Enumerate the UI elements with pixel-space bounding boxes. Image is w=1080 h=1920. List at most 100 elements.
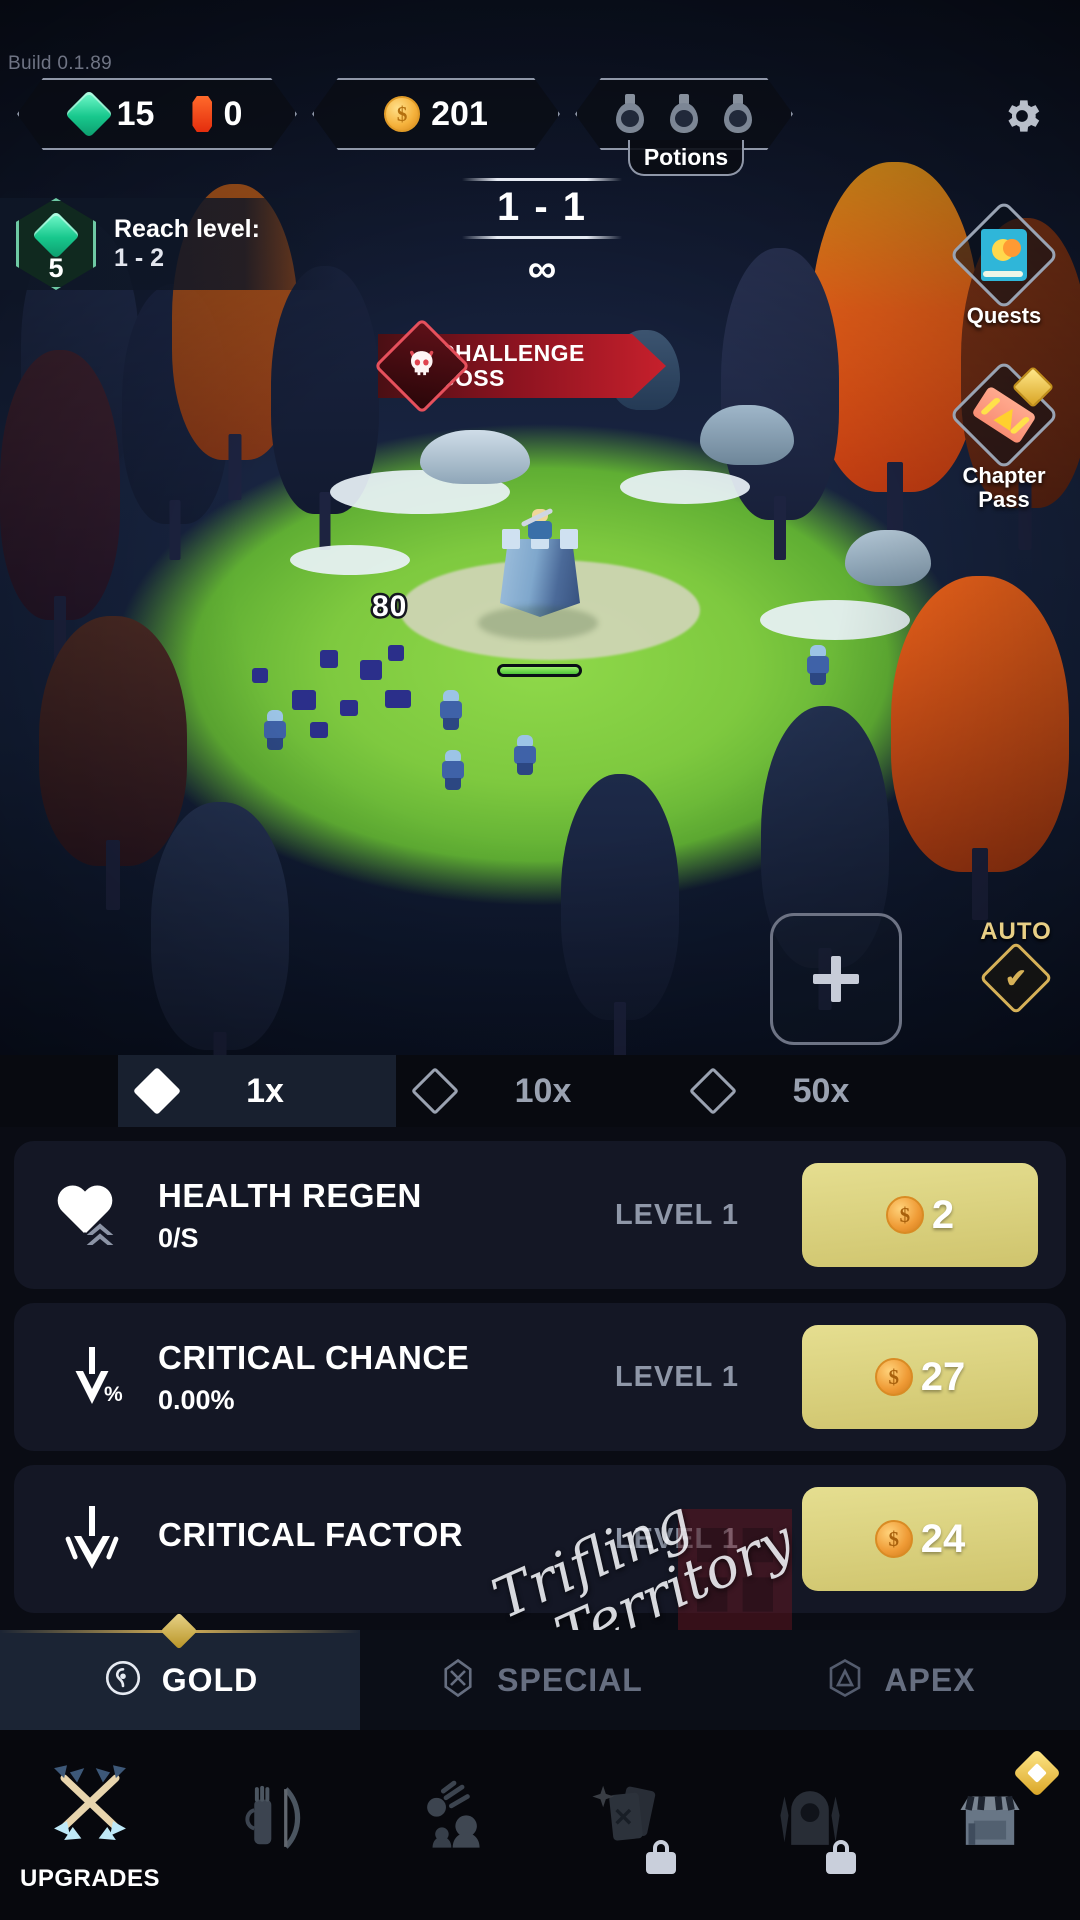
objective-text: Reach level: 1 - 2 <box>114 215 260 274</box>
scene-vignette <box>0 0 1080 1055</box>
tab-gold-label: GOLD <box>161 1661 259 1698</box>
upgrade-row-critical-factor[interactable]: CRITICAL FACTOR LEVEL 1 $ 24 <box>14 1465 1066 1613</box>
gem-icon <box>65 90 113 138</box>
ruby-value: 0 <box>223 94 243 133</box>
objective-banner[interactable]: 5 Reach level: 1 - 2 <box>0 198 340 290</box>
game-screen: 80 Build 0.1.89 15 0 $ 201 <box>0 0 1080 1920</box>
auto-toggle-button[interactable]: AUTO ✔ <box>968 918 1064 1015</box>
nav-item-gate[interactable] <box>720 1730 900 1920</box>
upgrade-level: LEVEL 1 <box>614 1198 740 1231</box>
currency-bar-gold[interactable]: $ 201 <box>312 78 560 150</box>
auto-diamond: ✔ <box>979 941 1053 1015</box>
heart-up-icon <box>50 1173 134 1257</box>
gem-counter[interactable]: 15 <box>72 95 155 134</box>
gem-value: 15 <box>116 94 155 133</box>
multiplier-label-50x: 50x <box>792 1071 850 1110</box>
objective-badge: 5 <box>16 198 96 290</box>
multiplier-tab-1x[interactable]: 1x <box>118 1055 396 1127</box>
potion-icon[interactable] <box>614 94 646 134</box>
ruby-icon <box>192 96 212 132</box>
upgrade-row-critical-chance[interactable]: % CRITICAL CHANCE 0.00% LEVEL 1 $ 27 <box>14 1303 1066 1451</box>
crossed-arrows-icon <box>44 1758 136 1855</box>
tab-special-label: SPECIAL <box>497 1661 643 1698</box>
currency-bar-gems[interactable]: 15 0 <box>17 78 297 150</box>
build-version-label: Build 0.1.89 <box>8 53 112 74</box>
upgrade-row-health-regen[interactable]: HEALTH REGEN 0/S LEVEL 1 $ 2 <box>14 1141 1066 1289</box>
gold-value: 201 <box>431 94 488 133</box>
stage-number: 1 - 1 <box>496 185 588 229</box>
check-icon: ✔ <box>1005 962 1027 993</box>
potion-icon[interactable] <box>722 94 754 134</box>
battle-scene[interactable]: 80 Build 0.1.89 15 0 $ 201 <box>0 0 1080 1055</box>
upgrade-info: CRITICAL FACTOR <box>134 1516 552 1562</box>
bow-quiver-icon <box>228 1776 312 1865</box>
stage-indicator: 1 - 1 ∞ <box>462 178 622 289</box>
quests-frame <box>948 199 1060 311</box>
objective-title: Reach level: <box>114 214 260 243</box>
upgrade-price: 24 <box>920 1516 966 1561</box>
upgrade-level: LEVEL 1 <box>614 1360 740 1393</box>
gold-counter[interactable]: $ 201 <box>384 95 488 134</box>
tab-gold[interactable]: GOLD <box>0 1612 360 1730</box>
upgrade-price: 2 <box>931 1192 955 1237</box>
gear-icon[interactable] <box>1000 94 1044 138</box>
special-gem-icon <box>437 1657 479 1704</box>
auto-label: AUTO <box>980 918 1052 945</box>
crit-factor-icon <box>50 1503 134 1575</box>
upgrade-name: HEALTH REGEN <box>158 1176 422 1214</box>
coin-icon: $ <box>885 1196 924 1234</box>
coin-icon: $ <box>384 96 420 132</box>
objective-badge-value: 5 <box>48 253 64 283</box>
lock-icon <box>646 1840 676 1874</box>
meteor-heroes-icon <box>407 1775 493 1866</box>
sidebar-item-chapter-pass[interactable]: Chapter Pass <box>948 359 1060 512</box>
potions-label: Potions <box>628 140 744 176</box>
tab-special[interactable]: SPECIAL <box>360 1630 720 1730</box>
upgrade-list[interactable]: HEALTH REGEN 0/S LEVEL 1 $ 2 % CRITICAL … <box>0 1127 1080 1630</box>
coin-icon: $ <box>874 1520 913 1558</box>
upgrade-buy-button[interactable]: $ 27 <box>802 1325 1038 1429</box>
sidebar-item-quests[interactable]: Quests <box>948 199 1060 328</box>
add-hero-button[interactable] <box>770 913 902 1045</box>
nav-item-cards[interactable] <box>540 1730 720 1920</box>
nav-item-heroes[interactable] <box>360 1730 540 1920</box>
objective-target: 1 - 2 <box>114 244 165 272</box>
ruby-counter[interactable]: 0 <box>192 95 242 134</box>
tab-apex[interactable]: APEX <box>720 1630 1080 1730</box>
multiplier-spacer <box>0 1055 118 1127</box>
upgrade-info: CRITICAL CHANCE 0.00% <box>134 1339 552 1416</box>
upgrade-value: 0/S <box>158 1222 199 1253</box>
potion-slots[interactable] <box>614 94 754 134</box>
multiplier-label-10x: 10x <box>514 1071 572 1110</box>
chapter-pass-label-line2: Pass <box>978 486 1030 512</box>
chapter-pass-label-line1: Chapter <box>962 463 1046 488</box>
nav-item-shop[interactable] <box>900 1730 1080 1920</box>
nav-label-upgrades: UPGRADES <box>19 1864 161 1892</box>
quest-book-icon <box>981 229 1027 281</box>
bottom-navigation[interactable]: UPGRADES <box>0 1730 1080 1920</box>
multiplier-tab-50x[interactable]: 50x <box>674 1055 952 1127</box>
upgrade-price: 27 <box>920 1354 966 1399</box>
shop-icon <box>947 1775 1033 1866</box>
multiplier-label-1x: 1x <box>246 1071 284 1110</box>
quests-label: Quests <box>966 303 1042 328</box>
svg-text:%: % <box>104 1383 123 1406</box>
upgrade-name: CRITICAL CHANCE <box>158 1338 470 1376</box>
potion-icon[interactable] <box>668 94 700 134</box>
category-tab-bar[interactable]: GOLD SPECIAL APEX <box>0 1612 1080 1730</box>
apex-icon <box>824 1657 866 1704</box>
multiplier-tab-10x[interactable]: 10x <box>396 1055 674 1127</box>
multiplier-tab-bar[interactable]: 1x 10x 50x <box>0 1055 1080 1127</box>
crit-chance-icon: % <box>50 1341 134 1413</box>
nav-item-equipment[interactable] <box>180 1730 360 1920</box>
plus-icon <box>813 956 859 1002</box>
tab-apex-label: APEX <box>884 1661 976 1698</box>
nav-item-upgrades[interactable]: UPGRADES <box>0 1730 180 1920</box>
upgrade-info: HEALTH REGEN 0/S <box>134 1177 552 1254</box>
upgrade-buy-button[interactable]: $ 2 <box>802 1163 1038 1267</box>
upgrade-name: CRITICAL FACTOR <box>158 1516 464 1553</box>
stage-loop-icon: ∞ <box>527 247 557 291</box>
upgrade-buy-button[interactable]: $ 24 <box>802 1487 1038 1591</box>
gold-ring-icon <box>102 1657 144 1704</box>
coin-icon: $ <box>874 1358 913 1396</box>
